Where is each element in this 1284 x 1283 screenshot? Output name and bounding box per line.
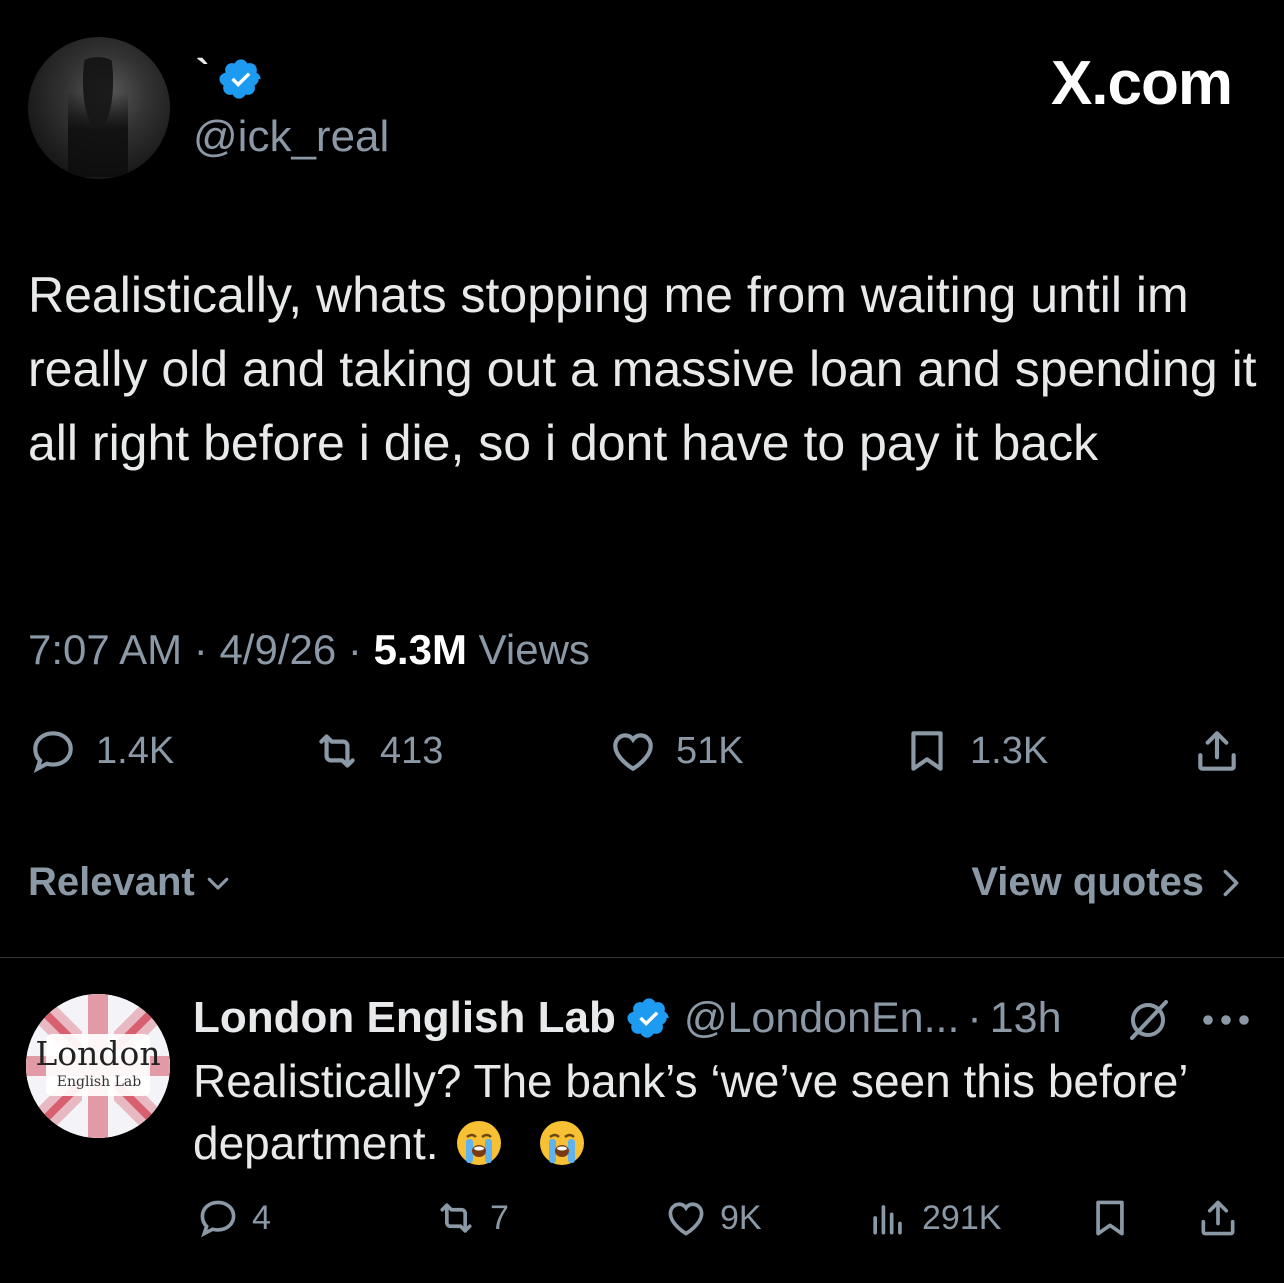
loudly-crying-face-emoji	[457, 1121, 502, 1165]
more-icon[interactable]	[1200, 1000, 1252, 1040]
like-icon	[613, 733, 653, 772]
share-icon	[1198, 731, 1236, 771]
reply-like-button[interactable]: 9K	[664, 1196, 762, 1240]
reply-repost-button[interactable]: 7	[434, 1196, 509, 1240]
verified-badge-icon	[219, 59, 261, 99]
verified-badge-icon	[627, 998, 669, 1038]
sort-dropdown[interactable]: Relevant	[28, 860, 233, 905]
reply-time[interactable]: 13h	[990, 994, 1062, 1043]
tweet-date[interactable]: 4/9/26	[219, 626, 336, 673]
bookmark-button[interactable]: 1.3K	[902, 726, 1048, 776]
tweet-meta: 7:07 AM · 4/9/26 · 5.3M Views	[28, 626, 590, 673]
like-count: 51K	[676, 729, 744, 772]
analytics-icon	[873, 1205, 902, 1235]
tweet-text: Realistically, whats stopping me from wa…	[28, 267, 1257, 471]
x-brand-logo: X.com	[1050, 49, 1233, 118]
author-handle[interactable]: @ick_real	[193, 112, 389, 162]
like-button[interactable]: 51K	[608, 726, 744, 776]
sort-label: Relevant	[28, 860, 195, 904]
avatar-title: London	[35, 1034, 161, 1073]
author-display-name[interactable]: `	[196, 52, 209, 97]
repost-button[interactable]: 413	[312, 726, 443, 776]
chevron-down-icon	[207, 877, 229, 890]
reply-text: Realistically? The bank’s ‘we’ve seen th…	[193, 1055, 1187, 1169]
repost-count: 413	[380, 729, 444, 772]
view-quotes-label: View quotes	[971, 860, 1204, 904]
repost-icon	[319, 734, 355, 768]
reply-views-button[interactable]: 291K	[866, 1196, 1001, 1240]
repost-icon	[440, 1203, 472, 1233]
section-divider	[0, 957, 1284, 958]
bookmark-icon	[911, 731, 943, 771]
share-button[interactable]	[1192, 726, 1242, 776]
reply-repost-count: 7	[490, 1198, 509, 1237]
reply-header: London English Lab @LondonEn... · 13h	[193, 993, 1062, 1043]
views-label: Views	[478, 626, 590, 673]
reply-reply-count: 4	[252, 1198, 271, 1237]
reply-icon	[33, 731, 73, 773]
tweet-time[interactable]: 7:07 AM	[28, 626, 182, 673]
tweet-action-bar: 1.4K 413 51K 1.3K	[0, 726, 1284, 786]
reply-button[interactable]: 1.4K	[28, 726, 174, 776]
author-avatar[interactable]	[28, 37, 170, 179]
reply-bookmark-button[interactable]	[1088, 1196, 1132, 1240]
reply-author-name[interactable]: London English Lab	[193, 993, 616, 1043]
reply-action-bar: 4 7 9K 291K	[0, 1196, 1284, 1250]
views-count[interactable]: 5.3M	[374, 626, 467, 673]
loudly-crying-face-emoji	[540, 1121, 585, 1165]
view-quotes-link[interactable]: View quotes	[971, 860, 1244, 905]
reply-count: 1.4K	[96, 729, 175, 772]
share-icon	[1201, 1200, 1235, 1236]
grok-icon[interactable]	[1124, 996, 1172, 1044]
reply-author-handle[interactable]: @LondonEn...	[684, 994, 960, 1043]
reply-like-count: 9K	[720, 1198, 762, 1237]
reply-share-button[interactable]	[1196, 1196, 1240, 1240]
like-icon	[668, 1202, 704, 1236]
bookmark-icon	[1096, 1200, 1124, 1236]
reply-text-container: Realistically? The bank’s ‘we’ve seen th…	[193, 1050, 1263, 1174]
avatar-subtitle: English Lab	[56, 1074, 142, 1090]
reply-icon	[200, 1200, 236, 1238]
reply-reply-button[interactable]: 4	[196, 1196, 271, 1240]
reply-views-count: 291K	[922, 1198, 1002, 1237]
reply-author-avatar[interactable]: London English Lab	[26, 994, 170, 1138]
chevron-right-icon	[1223, 869, 1239, 896]
bookmark-count: 1.3K	[970, 729, 1049, 772]
